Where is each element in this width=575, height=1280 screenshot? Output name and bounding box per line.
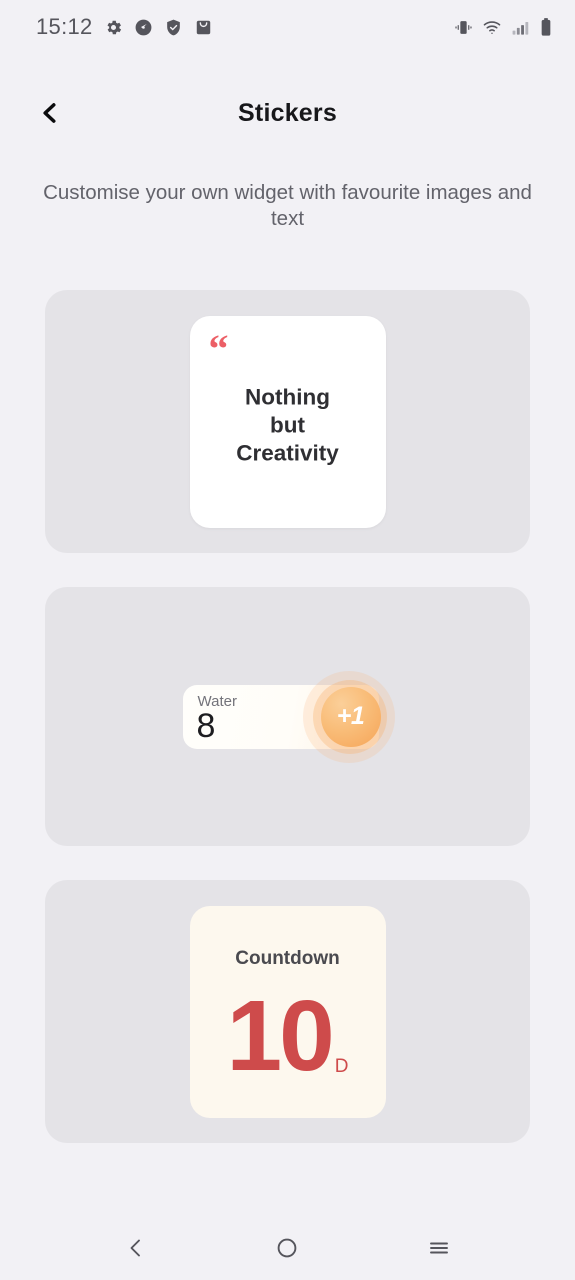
countdown-unit: D xyxy=(334,1055,349,1077)
phone-screen: 15:12 Stickers Customise your own widget… xyxy=(0,0,575,1280)
chevron-left-icon xyxy=(130,1239,140,1257)
quote-line-3: Creativity xyxy=(236,439,339,465)
vibrate-icon xyxy=(455,20,472,34)
countdown-value: 10 xyxy=(226,979,335,1092)
water-widget-preview[interactable]: Water 8 +1 xyxy=(182,670,395,763)
countdown-widget-preview[interactable]: Countdown 10 D xyxy=(189,905,386,1118)
nav-home-button[interactable] xyxy=(259,1226,315,1270)
wifi-icon xyxy=(483,20,501,34)
battery-icon xyxy=(541,18,551,36)
nav-back-button[interactable] xyxy=(108,1226,164,1270)
status-bar-clock: 15:12 xyxy=(36,14,93,39)
gear-icon xyxy=(107,20,121,34)
quote-line-1: Nothing xyxy=(245,383,330,409)
status-bar-left: 15:12 xyxy=(36,14,213,40)
system-nav-bar xyxy=(0,1216,575,1280)
sticker-list: “ Nothing but Creativity Water 8 +1 Coun… xyxy=(45,290,530,1177)
water-increment-label: +1 xyxy=(336,702,365,730)
water-value: 8 xyxy=(196,706,216,745)
countdown-title: Countdown xyxy=(235,947,340,969)
quote-widget-preview[interactable]: “ Nothing but Creativity xyxy=(189,315,386,528)
countdown-value-row: 10 D xyxy=(190,979,386,1092)
nav-recents-button[interactable] xyxy=(411,1226,467,1270)
water-increment-button[interactable]: +1 xyxy=(320,686,381,747)
inbox-icon xyxy=(196,20,210,34)
status-bar-right xyxy=(454,17,553,37)
app-header: Stickers xyxy=(0,86,575,140)
sticker-card-quote[interactable]: “ Nothing but Creativity xyxy=(45,290,530,553)
status-bar: 15:12 xyxy=(0,0,575,54)
chevron-left-icon xyxy=(43,103,56,123)
shield-check-icon xyxy=(166,19,180,35)
sticker-card-water[interactable]: Water 8 +1 xyxy=(45,587,530,846)
menu-icon xyxy=(430,1242,449,1254)
speedometer-icon xyxy=(135,19,151,35)
quote-line-2: but xyxy=(270,411,305,437)
back-button[interactable] xyxy=(30,93,70,133)
page-subtitle: Customise your own widget with favourite… xyxy=(43,181,532,230)
quote-widget-text: Nothing but Creativity xyxy=(190,383,386,467)
sticker-card-countdown[interactable]: Countdown 10 D xyxy=(45,880,530,1143)
quote-mark-icon: “ xyxy=(208,325,229,371)
circle-icon xyxy=(278,1238,297,1258)
page-title: Stickers xyxy=(238,98,337,127)
cellular-signal-icon xyxy=(512,21,529,35)
